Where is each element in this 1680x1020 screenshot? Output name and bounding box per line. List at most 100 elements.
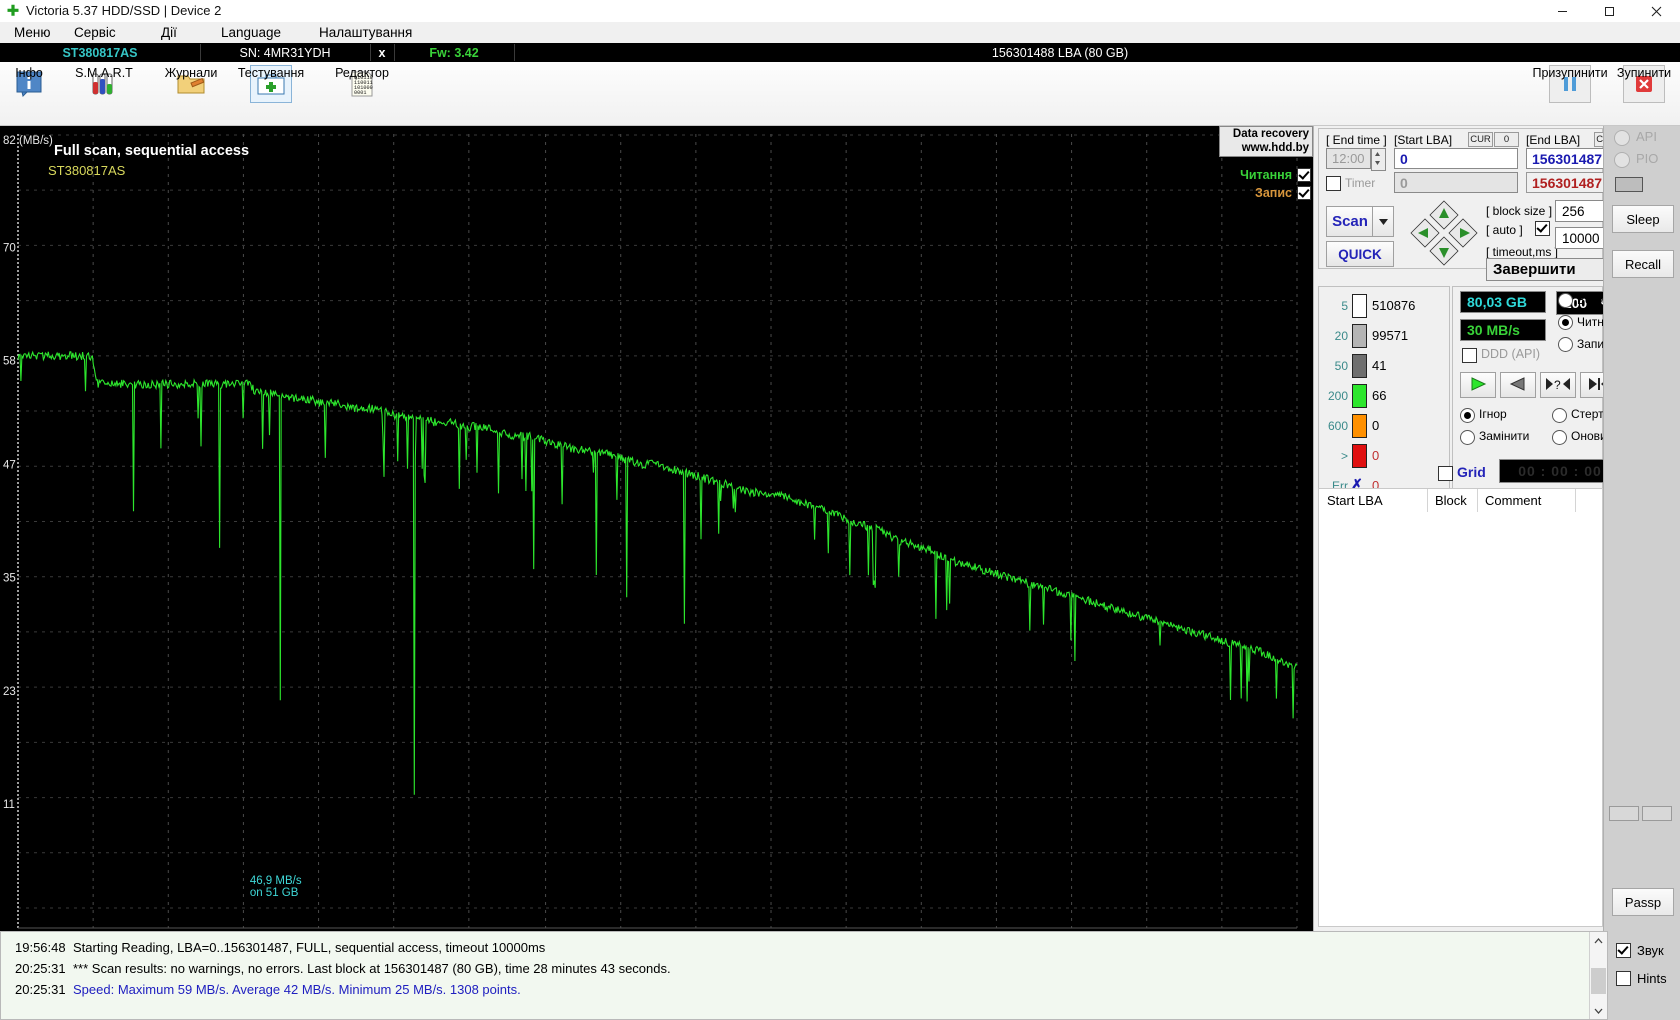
rewind-button[interactable] (1500, 372, 1536, 398)
sound-label: Звук (1637, 943, 1664, 958)
legend-read-checkbox[interactable] (1297, 168, 1311, 182)
mode-radio-1[interactable] (1558, 315, 1573, 330)
counter-value-4: 0 (1372, 418, 1379, 433)
log-message-1: *** Scan results: no warnings, no errors… (73, 961, 671, 976)
counter-value-5: 0 (1372, 448, 1379, 463)
log-panel[interactable]: 19:56:48Starting Reading, LBA=0..1563014… (0, 931, 1608, 1020)
legend-write-row[interactable]: Запис (1221, 184, 1311, 202)
scan-button[interactable]: Scan (1326, 206, 1374, 237)
grid-checkbox[interactable] (1438, 466, 1453, 481)
menu-item-settings[interactable]: Налаштування (313, 24, 418, 41)
data-recovery-line2: www.hdd.by (1223, 142, 1309, 156)
toolbar-button-stop[interactable]: Зупинити (1623, 65, 1665, 103)
action-radio-0[interactable] (1460, 408, 1475, 423)
graph-annotation-position: on 51 GB (250, 887, 299, 899)
scroll-up-icon[interactable] (1590, 932, 1607, 949)
action-radio-3[interactable] (1552, 430, 1567, 445)
counter-value-0: 510876 (1372, 298, 1415, 313)
play-button[interactable] (1460, 372, 1496, 398)
start-lba-cur-button[interactable]: CUR (1468, 132, 1493, 147)
rewind-icon (1505, 376, 1531, 395)
toolbar-label-pause: Призупинити (1532, 66, 1607, 80)
start-lba-zero-button[interactable]: 0 (1494, 132, 1519, 147)
start-lba-input[interactable]: 0 (1394, 148, 1518, 169)
legend-write-checkbox[interactable] (1297, 186, 1311, 200)
seek-random-button[interactable]: ? (1540, 372, 1576, 398)
menu-item-menu[interactable]: Меню (8, 24, 57, 41)
maximize-button[interactable] (1586, 0, 1633, 22)
action-radio-1[interactable] (1552, 408, 1567, 423)
sound-toggle[interactable]: Звук (1616, 943, 1664, 958)
device-close-icon[interactable]: x (370, 43, 394, 62)
toolbar-label-testing: Тестування (238, 66, 304, 80)
timer-label: Timer (1345, 176, 1375, 190)
device-model[interactable]: ST380817AS (0, 43, 200, 62)
scan-graph[interactable]: 82 (MB/s)70584735231104,7G9,4G14,1G18,8G… (0, 126, 1313, 931)
sleep-button[interactable]: Sleep (1612, 205, 1674, 233)
menu-item-service[interactable]: Сервіс (68, 24, 122, 41)
api-radio[interactable] (1614, 130, 1630, 146)
defects-table-body[interactable] (1318, 512, 1603, 927)
toolbar-label-info: Інфо (15, 66, 43, 80)
toolbar-button-smart[interactable]: S.M.A.R.T (83, 65, 125, 103)
toolbar-button-testing[interactable]: Тестування (250, 65, 292, 103)
legend-write-label: Запис (1255, 186, 1292, 200)
scroll-down-icon[interactable] (1590, 1002, 1607, 1019)
close-button[interactable] (1633, 0, 1680, 22)
recall-button[interactable]: Recall (1612, 250, 1674, 278)
counter-key-2: 50 (1320, 359, 1348, 373)
quick-button[interactable]: QUICK (1326, 241, 1394, 267)
toolbar-button-journal[interactable]: Журнали (170, 65, 212, 103)
counter-value-2: 41 (1372, 358, 1386, 373)
legend-read-row[interactable]: Читання (1221, 166, 1311, 184)
ddd-api-checkbox[interactable] (1462, 348, 1477, 363)
pio-radio[interactable] (1614, 152, 1630, 168)
api-label: API (1636, 129, 1657, 144)
hints-toggle[interactable]: Hints (1616, 971, 1667, 986)
window-title: Victoria 5.37 HDD/SSD | Device 2 (26, 3, 221, 18)
hints-label: Hints (1637, 971, 1667, 986)
action-radio-2[interactable] (1460, 430, 1475, 445)
counter-swatch-2 (1352, 354, 1367, 378)
counter-swatch-0 (1352, 294, 1367, 318)
data-recovery-badge[interactable]: Data recovery www.hdd.by (1219, 126, 1313, 157)
toolbar-label-editor: Редактор (335, 66, 389, 80)
log-scrollbar[interactable] (1589, 932, 1607, 1019)
action-radio-label-0: Ігнор (1479, 407, 1507, 421)
block-size-value: 256 (1562, 204, 1585, 219)
data-recovery-line1: Data recovery (1223, 128, 1309, 142)
navigation-dpad[interactable] (1409, 199, 1479, 267)
menu-item-language[interactable]: Language (215, 24, 287, 41)
auto-checkbox[interactable] (1535, 221, 1550, 236)
ddd-api-label: DDD (API) (1481, 347, 1540, 361)
counter-key-5: > (1320, 449, 1348, 463)
mode-radio-2[interactable] (1558, 337, 1573, 352)
table-header-block: Block (1435, 493, 1467, 508)
counter-key-1: 20 (1320, 329, 1348, 343)
graph-title: Full scan, sequential access (54, 143, 249, 159)
table-header-comment: Comment (1485, 493, 1541, 508)
toolbar-button-pause[interactable]: Призупинити (1549, 65, 1591, 103)
hints-checkbox[interactable] (1616, 971, 1631, 986)
action-radio-label-2: Замінити (1479, 429, 1529, 443)
legend-read-label: Читання (1240, 168, 1292, 182)
bottom-right-panel: Звук Hints (1608, 931, 1680, 1020)
minimize-button[interactable] (1539, 0, 1586, 22)
svg-text:35: 35 (3, 573, 16, 585)
counter-swatch-3 (1352, 384, 1367, 408)
scan-graph-canvas: 82 (MB/s)70584735231104,7G9,4G14,1G18,8G… (0, 126, 1313, 931)
end-time-spinner[interactable] (1371, 148, 1386, 171)
scroll-thumb[interactable] (1591, 968, 1606, 994)
timer-checkbox[interactable] (1326, 176, 1341, 191)
scan-dropdown-button[interactable] (1372, 206, 1394, 237)
speed-lcd: 30 MB/s (1460, 319, 1546, 341)
end-time-value[interactable]: 12:00 (1326, 148, 1371, 169)
table-header-start-lba: Start LBA (1327, 493, 1383, 508)
toolbar-label-smart: S.M.A.R.T (75, 66, 133, 80)
mode-radio-0[interactable] (1558, 293, 1573, 308)
menu-item-actions[interactable]: Дії (155, 24, 183, 41)
passport-button[interactable]: Passp (1612, 888, 1674, 916)
sound-checkbox[interactable] (1616, 943, 1631, 958)
toolbar-button-info[interactable]: Інфо (8, 65, 50, 103)
toolbar-button-editor[interactable]: 010110 110011 101000 0001 Редактор (341, 65, 383, 103)
